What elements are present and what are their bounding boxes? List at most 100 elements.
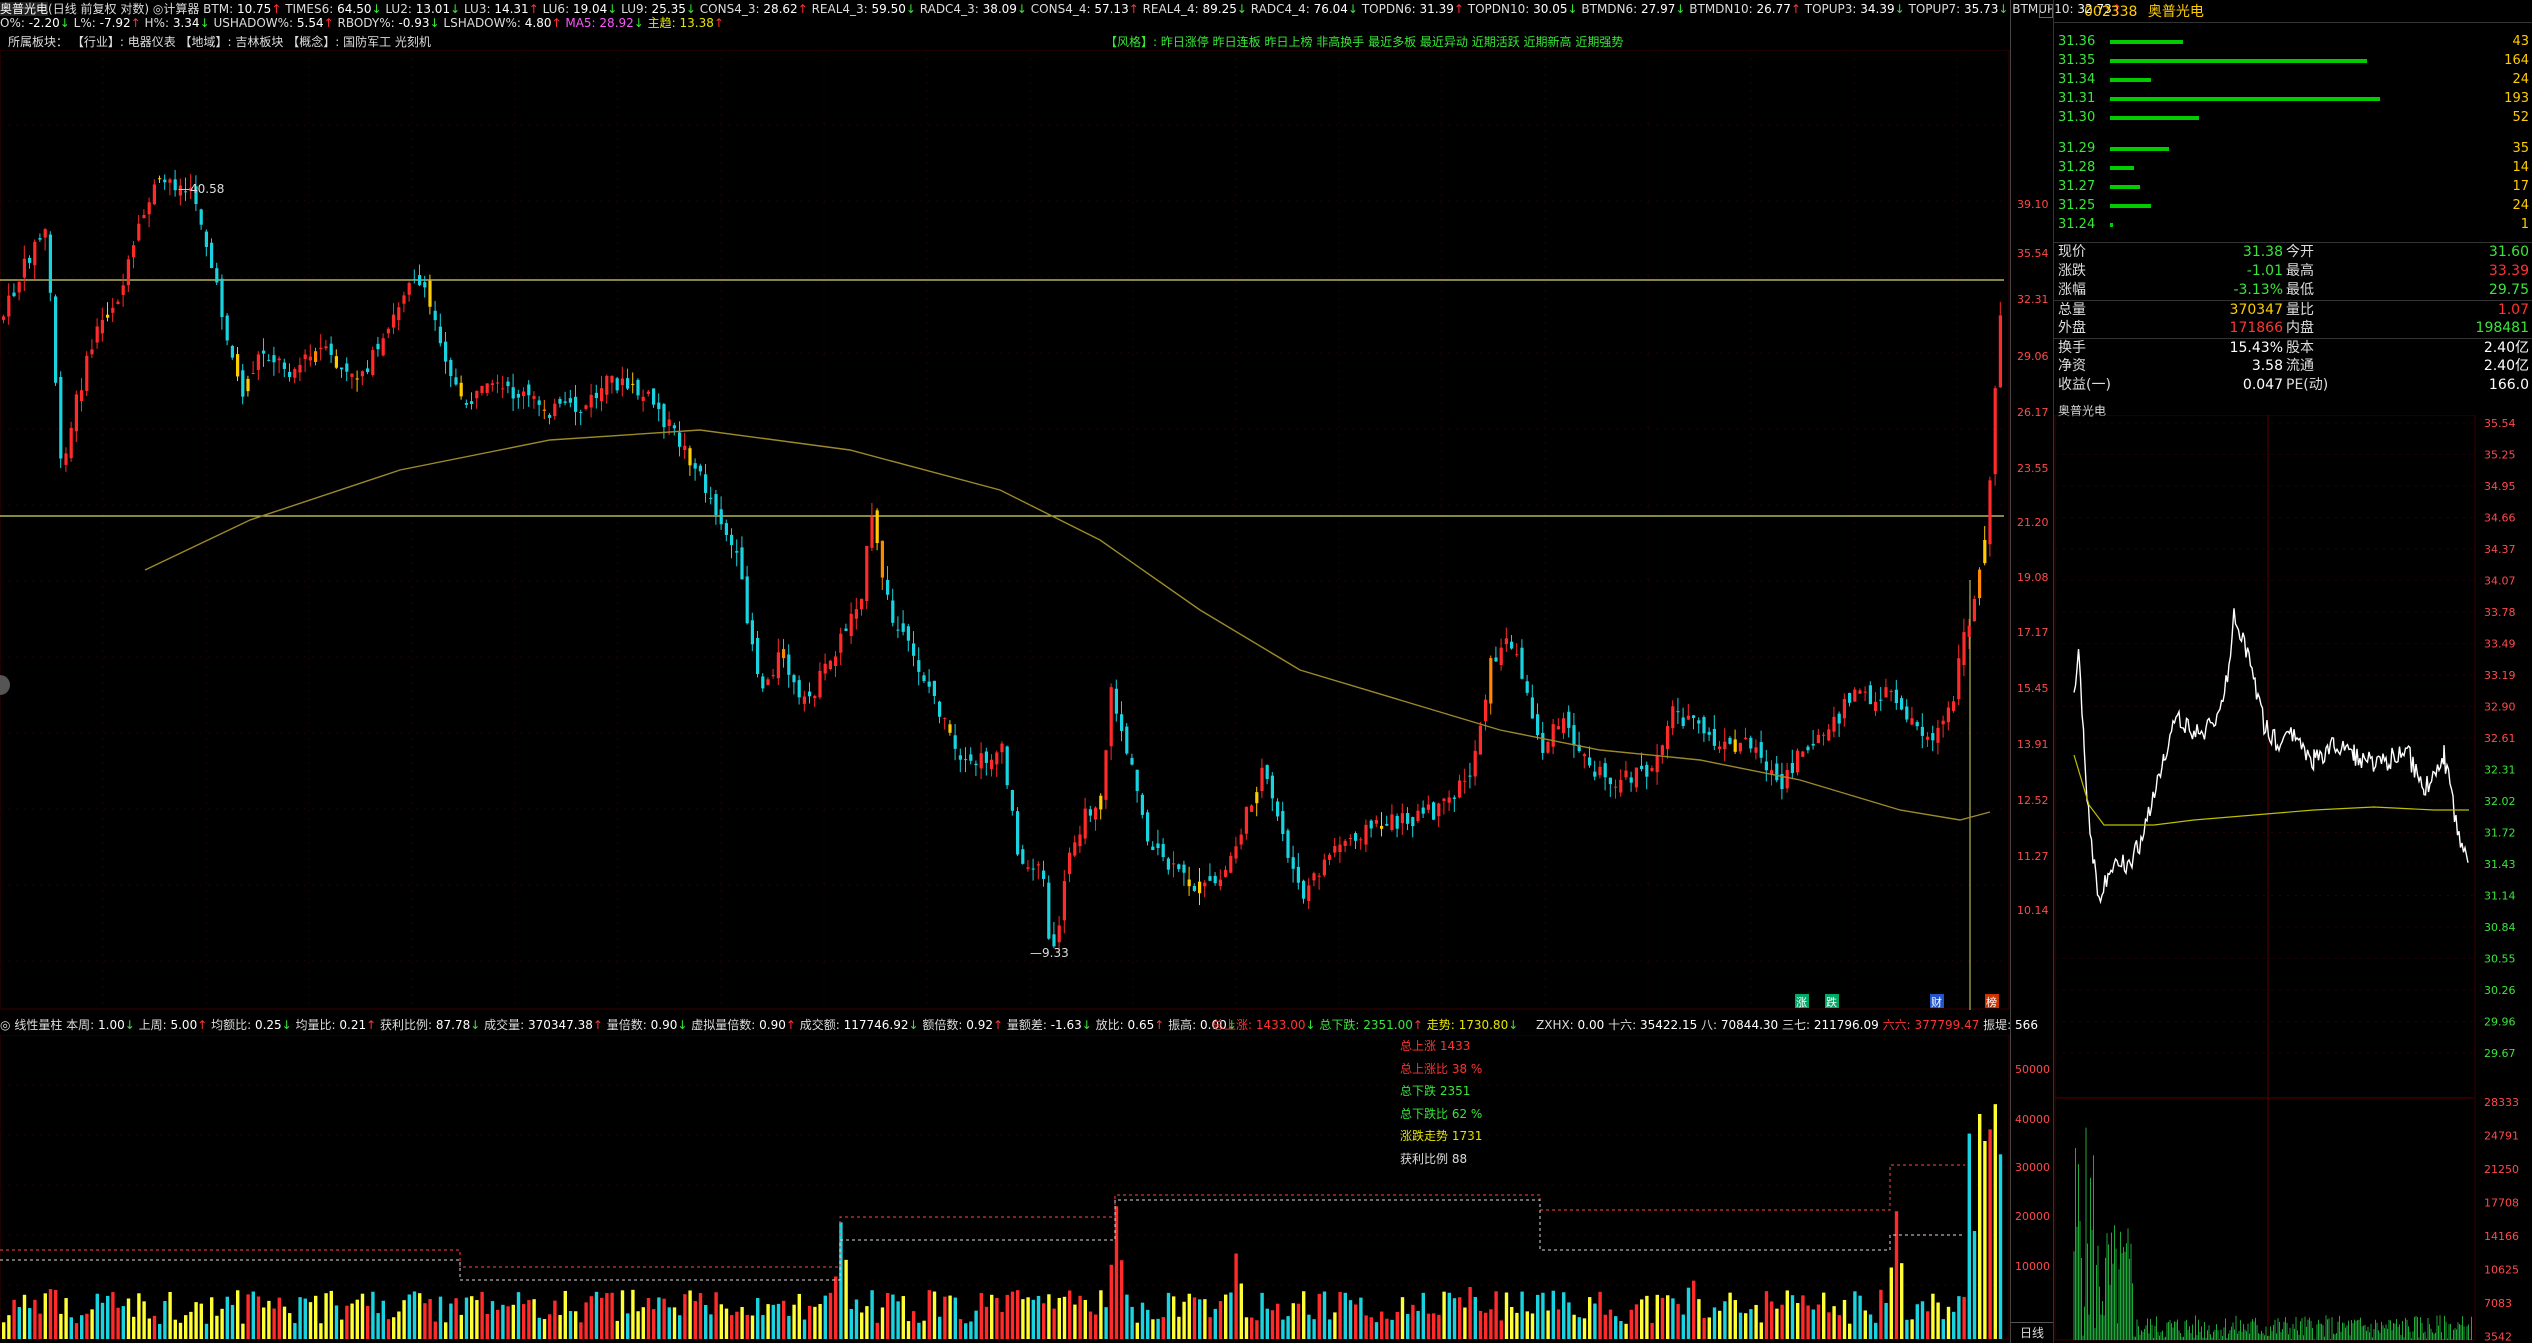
indicator-value: 30.05 <box>1533 2 1568 16</box>
signal-marker-label: 财 <box>1931 995 1942 1009</box>
volume-bar <box>106 1295 110 1339</box>
candle-body <box>652 388 656 405</box>
orderbook-row[interactable]: 31.28 14 <box>2054 158 2532 177</box>
signal-marker-label: 涨 <box>1796 996 1807 1009</box>
candle-body <box>1515 654 1519 656</box>
orderbook-row[interactable]: 31.36 43 <box>2054 32 2532 51</box>
candle-body <box>1801 751 1805 757</box>
period-tab-daily[interactable]: 日线 <box>2011 1322 2053 1343</box>
volume-chart[interactable] <box>0 1035 2010 1340</box>
candle-body <box>527 384 531 396</box>
price-tick-label: 11.27 <box>2017 850 2049 863</box>
candle-body <box>813 695 817 699</box>
candle-body <box>1411 817 1415 827</box>
orderbook-row[interactable]: 31.35 164 <box>2054 51 2532 70</box>
volume-bar <box>1712 1307 1717 1339</box>
trend-arrow-icon: ↑ <box>551 16 562 30</box>
volume-bar <box>667 1307 671 1339</box>
volume-settings-icon[interactable]: ◎ <box>0 1018 10 1032</box>
volume-bar <box>38 1313 42 1339</box>
volume-bar <box>392 1317 396 1339</box>
volume-bar <box>662 1298 666 1339</box>
volume-bar <box>1432 1313 1436 1339</box>
candle-body <box>142 214 146 219</box>
candle-body <box>1442 798 1446 802</box>
candle-body <box>1582 754 1586 757</box>
candle-body <box>1250 805 1254 812</box>
volume-bar <box>1634 1304 1639 1339</box>
indicator-key: REAL4_4: <box>1138 2 1203 16</box>
candle-body <box>1520 647 1524 679</box>
candlestick-chart[interactable]: —40.58 —9.33 涨 跌 财 榜 <box>0 50 2010 1010</box>
volume-bar <box>1686 1287 1691 1339</box>
stat-value: 87.78 <box>435 1018 471 1032</box>
volume-bar <box>880 1307 885 1339</box>
intraday-tick-label: 32.90 <box>2484 701 2516 714</box>
volume-bar <box>199 1303 203 1339</box>
candle-body <box>620 378 624 386</box>
sector-region[interactable]: 【地域】: 吉林板块 <box>180 35 284 49</box>
orderbook-row[interactable]: 31.31 193 <box>2054 89 2532 108</box>
candle-body <box>558 399 562 404</box>
candle-body <box>704 474 708 493</box>
intraday-chart[interactable]: 35.54 35.25 34.95 34.66 34.37 34.07 33.78 33.49… <box>2054 415 2532 1343</box>
volume-bar <box>1494 1291 1498 1339</box>
volume-bar <box>1390 1319 1394 1339</box>
volume-bar <box>1967 1133 1971 1339</box>
orderbook-row[interactable]: 31.34 24 <box>2054 70 2532 89</box>
sector-concept[interactable]: 【概念】: 国防军工 光刻机 <box>287 35 431 49</box>
volume-bar <box>620 1290 625 1339</box>
candle-body <box>1572 725 1576 746</box>
candle-body <box>797 680 801 698</box>
trend-arrow-icon: ↓ <box>124 1018 135 1032</box>
quote-label: 股本 <box>2286 340 2314 356</box>
indicator-key: RADC4_3: <box>915 2 983 16</box>
volume-title: 线性量柱 <box>14 1018 63 1032</box>
scroll-indicator[interactable] <box>2011 4 2053 18</box>
volume-bar <box>1733 1300 1737 1339</box>
candle-body <box>1504 638 1508 645</box>
candle-body <box>1718 746 1722 749</box>
candle-body <box>1369 820 1373 829</box>
sector-industry[interactable]: 【行业】: 电器仪表 <box>72 35 176 49</box>
candle-body <box>314 351 318 363</box>
price-scale[interactable]: 39.10 35.54 32.31 29.06 26.17 23.55 21.20 19.08… <box>2010 0 2054 1343</box>
stat-value: 117746.92 <box>843 1018 909 1032</box>
candle-body <box>1764 761 1768 771</box>
volume-bar <box>132 1316 136 1339</box>
kline-panel[interactable]: 奥普光电(日线 前复权 对数) ◎计算器 BTM: 10.75↑ TIMES6:… <box>0 0 2122 1343</box>
volume-bar <box>1577 1317 1581 1339</box>
candle-body <box>1187 879 1191 887</box>
candle-body <box>1530 697 1534 719</box>
trend-arrow-icon: ↑ <box>130 16 141 30</box>
quote-value: -3.13% <box>2233 282 2283 298</box>
price-tick-label: 19.08 <box>2017 571 2049 584</box>
candle-body <box>808 691 812 697</box>
volume-bar <box>1182 1301 1186 1339</box>
candle-body <box>750 620 754 645</box>
volume-bar <box>277 1297 281 1339</box>
quote-value: 171866 <box>2229 320 2283 336</box>
stat-key: 额倍数: <box>918 1018 967 1032</box>
candle-body <box>886 579 890 595</box>
volume-bar <box>1941 1319 1945 1339</box>
candle-body <box>709 497 713 499</box>
orderbook-row[interactable]: 31.24 1 <box>2054 215 2532 234</box>
candle-body <box>1359 839 1363 841</box>
volume-bar <box>1697 1299 1701 1339</box>
orderbook-volume: 164 <box>2504 53 2529 68</box>
volume-bar <box>1120 1260 1124 1339</box>
orderbook-row[interactable]: 31.25 24 <box>2054 196 2532 215</box>
candle-body <box>1941 720 1945 725</box>
volume-bar <box>475 1300 479 1339</box>
volume-bar <box>449 1303 453 1339</box>
stat-key: 上周: <box>134 1018 171 1032</box>
volume-bar <box>126 1298 131 1339</box>
orderbook-row[interactable]: 31.29 35 <box>2054 139 2532 158</box>
candle-body <box>1634 767 1638 788</box>
orderbook-row[interactable]: 31.30 52 <box>2054 108 2532 127</box>
volume-bar <box>1208 1317 1212 1339</box>
volume-bar <box>735 1311 739 1339</box>
indicator-key: BTMDN10: <box>1685 2 1757 16</box>
orderbook-row[interactable]: 31.27 17 <box>2054 177 2532 196</box>
